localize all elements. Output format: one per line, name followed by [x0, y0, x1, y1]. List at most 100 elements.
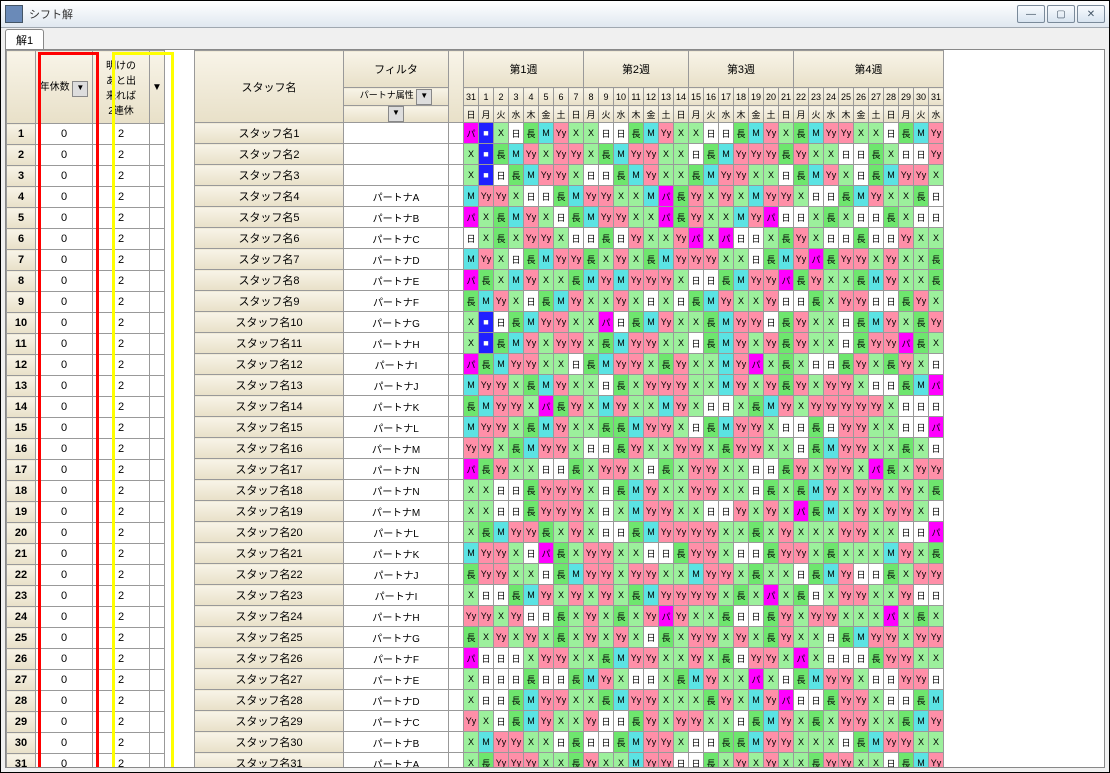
- shift-cell[interactable]: Yy: [659, 123, 674, 144]
- shift-cell[interactable]: X: [779, 438, 794, 459]
- shift-cell[interactable]: X: [884, 144, 899, 165]
- shift-cell[interactable]: 長: [704, 417, 719, 438]
- shift-cell[interactable]: M: [614, 144, 629, 165]
- shift-cell[interactable]: Yy: [689, 711, 704, 732]
- shift-cell[interactable]: Yy: [704, 627, 719, 648]
- shift-cell[interactable]: X: [539, 354, 554, 375]
- shift-cell[interactable]: 日: [524, 291, 539, 312]
- partner-cell[interactable]: パートナG: [344, 627, 449, 648]
- shift-cell[interactable]: 長: [854, 270, 869, 291]
- shift-cell[interactable]: Yy: [839, 564, 854, 585]
- shift-cell[interactable]: 日: [554, 459, 569, 480]
- shift-cell[interactable]: 日: [494, 669, 509, 690]
- shift-cell[interactable]: 日: [689, 333, 704, 354]
- shift-cell[interactable]: Yy: [629, 564, 644, 585]
- shift-cell[interactable]: 日: [689, 417, 704, 438]
- shift-cell[interactable]: 日: [719, 501, 734, 522]
- shift-cell[interactable]: 日: [734, 648, 749, 669]
- shift-cell[interactable]: M: [509, 333, 524, 354]
- shift-cell[interactable]: M: [719, 375, 734, 396]
- shift-cell[interactable]: 日: [509, 123, 524, 144]
- staff-name[interactable]: スタッフ名7: [195, 249, 344, 270]
- shift-cell[interactable]: X: [689, 690, 704, 711]
- shift-cell[interactable]: M: [809, 480, 824, 501]
- shift-cell[interactable]: X: [899, 270, 914, 291]
- shift-cell[interactable]: Yy: [914, 627, 929, 648]
- shift-cell[interactable]: 日: [614, 312, 629, 333]
- shift-cell[interactable]: 日: [464, 228, 479, 249]
- shift-cell[interactable]: Yy: [494, 186, 509, 207]
- shift-cell[interactable]: 長: [599, 333, 614, 354]
- shift-cell[interactable]: 長: [479, 270, 494, 291]
- cell-renkyu[interactable]: 2: [93, 397, 150, 418]
- shift-cell[interactable]: X: [494, 270, 509, 291]
- cell-renkyu[interactable]: 2: [93, 334, 150, 355]
- shift-cell[interactable]: M: [539, 123, 554, 144]
- shift-cell[interactable]: 長: [914, 690, 929, 711]
- shift-cell[interactable]: X: [839, 480, 854, 501]
- shift-cell[interactable]: X: [659, 165, 674, 186]
- shift-cell[interactable]: X: [704, 648, 719, 669]
- shift-cell[interactable]: X: [704, 354, 719, 375]
- shift-cell[interactable]: Yy: [899, 732, 914, 753]
- shift-cell[interactable]: 長: [839, 627, 854, 648]
- partner-cell[interactable]: パートナC: [344, 228, 449, 249]
- shift-cell[interactable]: Yy: [929, 312, 944, 333]
- shift-cell[interactable]: X: [719, 543, 734, 564]
- shift-cell[interactable]: Yy: [644, 753, 659, 768]
- shift-cell[interactable]: Yy: [554, 438, 569, 459]
- shift-cell[interactable]: X: [509, 543, 524, 564]
- shift-cell[interactable]: 日: [914, 522, 929, 543]
- shift-cell[interactable]: 日: [479, 690, 494, 711]
- shift-cell[interactable]: 長: [524, 501, 539, 522]
- shift-cell[interactable]: Yy: [764, 375, 779, 396]
- shift-cell[interactable]: Yy: [599, 564, 614, 585]
- shift-cell[interactable]: 日: [809, 690, 824, 711]
- partner-cell[interactable]: パートナF: [344, 648, 449, 669]
- shift-cell[interactable]: X: [569, 606, 584, 627]
- shift-cell[interactable]: Yy: [629, 438, 644, 459]
- col-nenkyu[interactable]: 年休数 ▼: [36, 51, 93, 124]
- shift-cell[interactable]: M: [764, 711, 779, 732]
- shift-cell[interactable]: X: [749, 753, 764, 768]
- shift-cell[interactable]: Yy: [659, 732, 674, 753]
- shift-cell[interactable]: Yy: [629, 648, 644, 669]
- cell-nenkyu[interactable]: 0: [36, 355, 93, 376]
- cell-renkyu[interactable]: 2: [93, 376, 150, 397]
- shift-cell[interactable]: X: [914, 228, 929, 249]
- shift-cell[interactable]: 長: [704, 753, 719, 768]
- shift-cell[interactable]: Yy: [884, 501, 899, 522]
- shift-cell[interactable]: 長: [554, 564, 569, 585]
- shift-cell[interactable]: X: [644, 207, 659, 228]
- shift-cell[interactable]: X: [599, 753, 614, 768]
- cell-nenkyu[interactable]: 0: [36, 649, 93, 670]
- shift-cell[interactable]: 日: [539, 606, 554, 627]
- shift-cell[interactable]: X: [884, 711, 899, 732]
- shift-cell[interactable]: Yy: [794, 228, 809, 249]
- shift-cell[interactable]: Yy: [584, 711, 599, 732]
- shift-cell[interactable]: Yy: [869, 186, 884, 207]
- shift-cell[interactable]: M: [479, 732, 494, 753]
- shift-cell[interactable]: Yy: [644, 711, 659, 732]
- shift-cell[interactable]: M: [479, 291, 494, 312]
- shift-cell[interactable]: X: [689, 354, 704, 375]
- shift-cell[interactable]: X: [914, 501, 929, 522]
- shift-cell[interactable]: Yy: [704, 669, 719, 690]
- shift-cell[interactable]: Yy: [479, 249, 494, 270]
- shift-cell[interactable]: 日: [614, 522, 629, 543]
- shift-cell[interactable]: X: [689, 123, 704, 144]
- shift-cell[interactable]: Yy: [689, 186, 704, 207]
- shift-cell[interactable]: X: [659, 711, 674, 732]
- shift-cell[interactable]: X: [899, 564, 914, 585]
- shift-cell[interactable]: Yy: [899, 501, 914, 522]
- shift-cell[interactable]: 日: [494, 585, 509, 606]
- cell-renkyu[interactable]: 2: [93, 439, 150, 460]
- shift-cell[interactable]: X: [794, 354, 809, 375]
- shift-cell[interactable]: Yy: [869, 396, 884, 417]
- shift-cell[interactable]: Yy: [914, 459, 929, 480]
- shift-cell[interactable]: 長: [749, 711, 764, 732]
- shift-cell[interactable]: Yy: [794, 144, 809, 165]
- row-number[interactable]: 24: [7, 607, 36, 628]
- col-filter[interactable]: フィルタ: [344, 51, 449, 88]
- partner-cell[interactable]: パートナN: [344, 459, 449, 480]
